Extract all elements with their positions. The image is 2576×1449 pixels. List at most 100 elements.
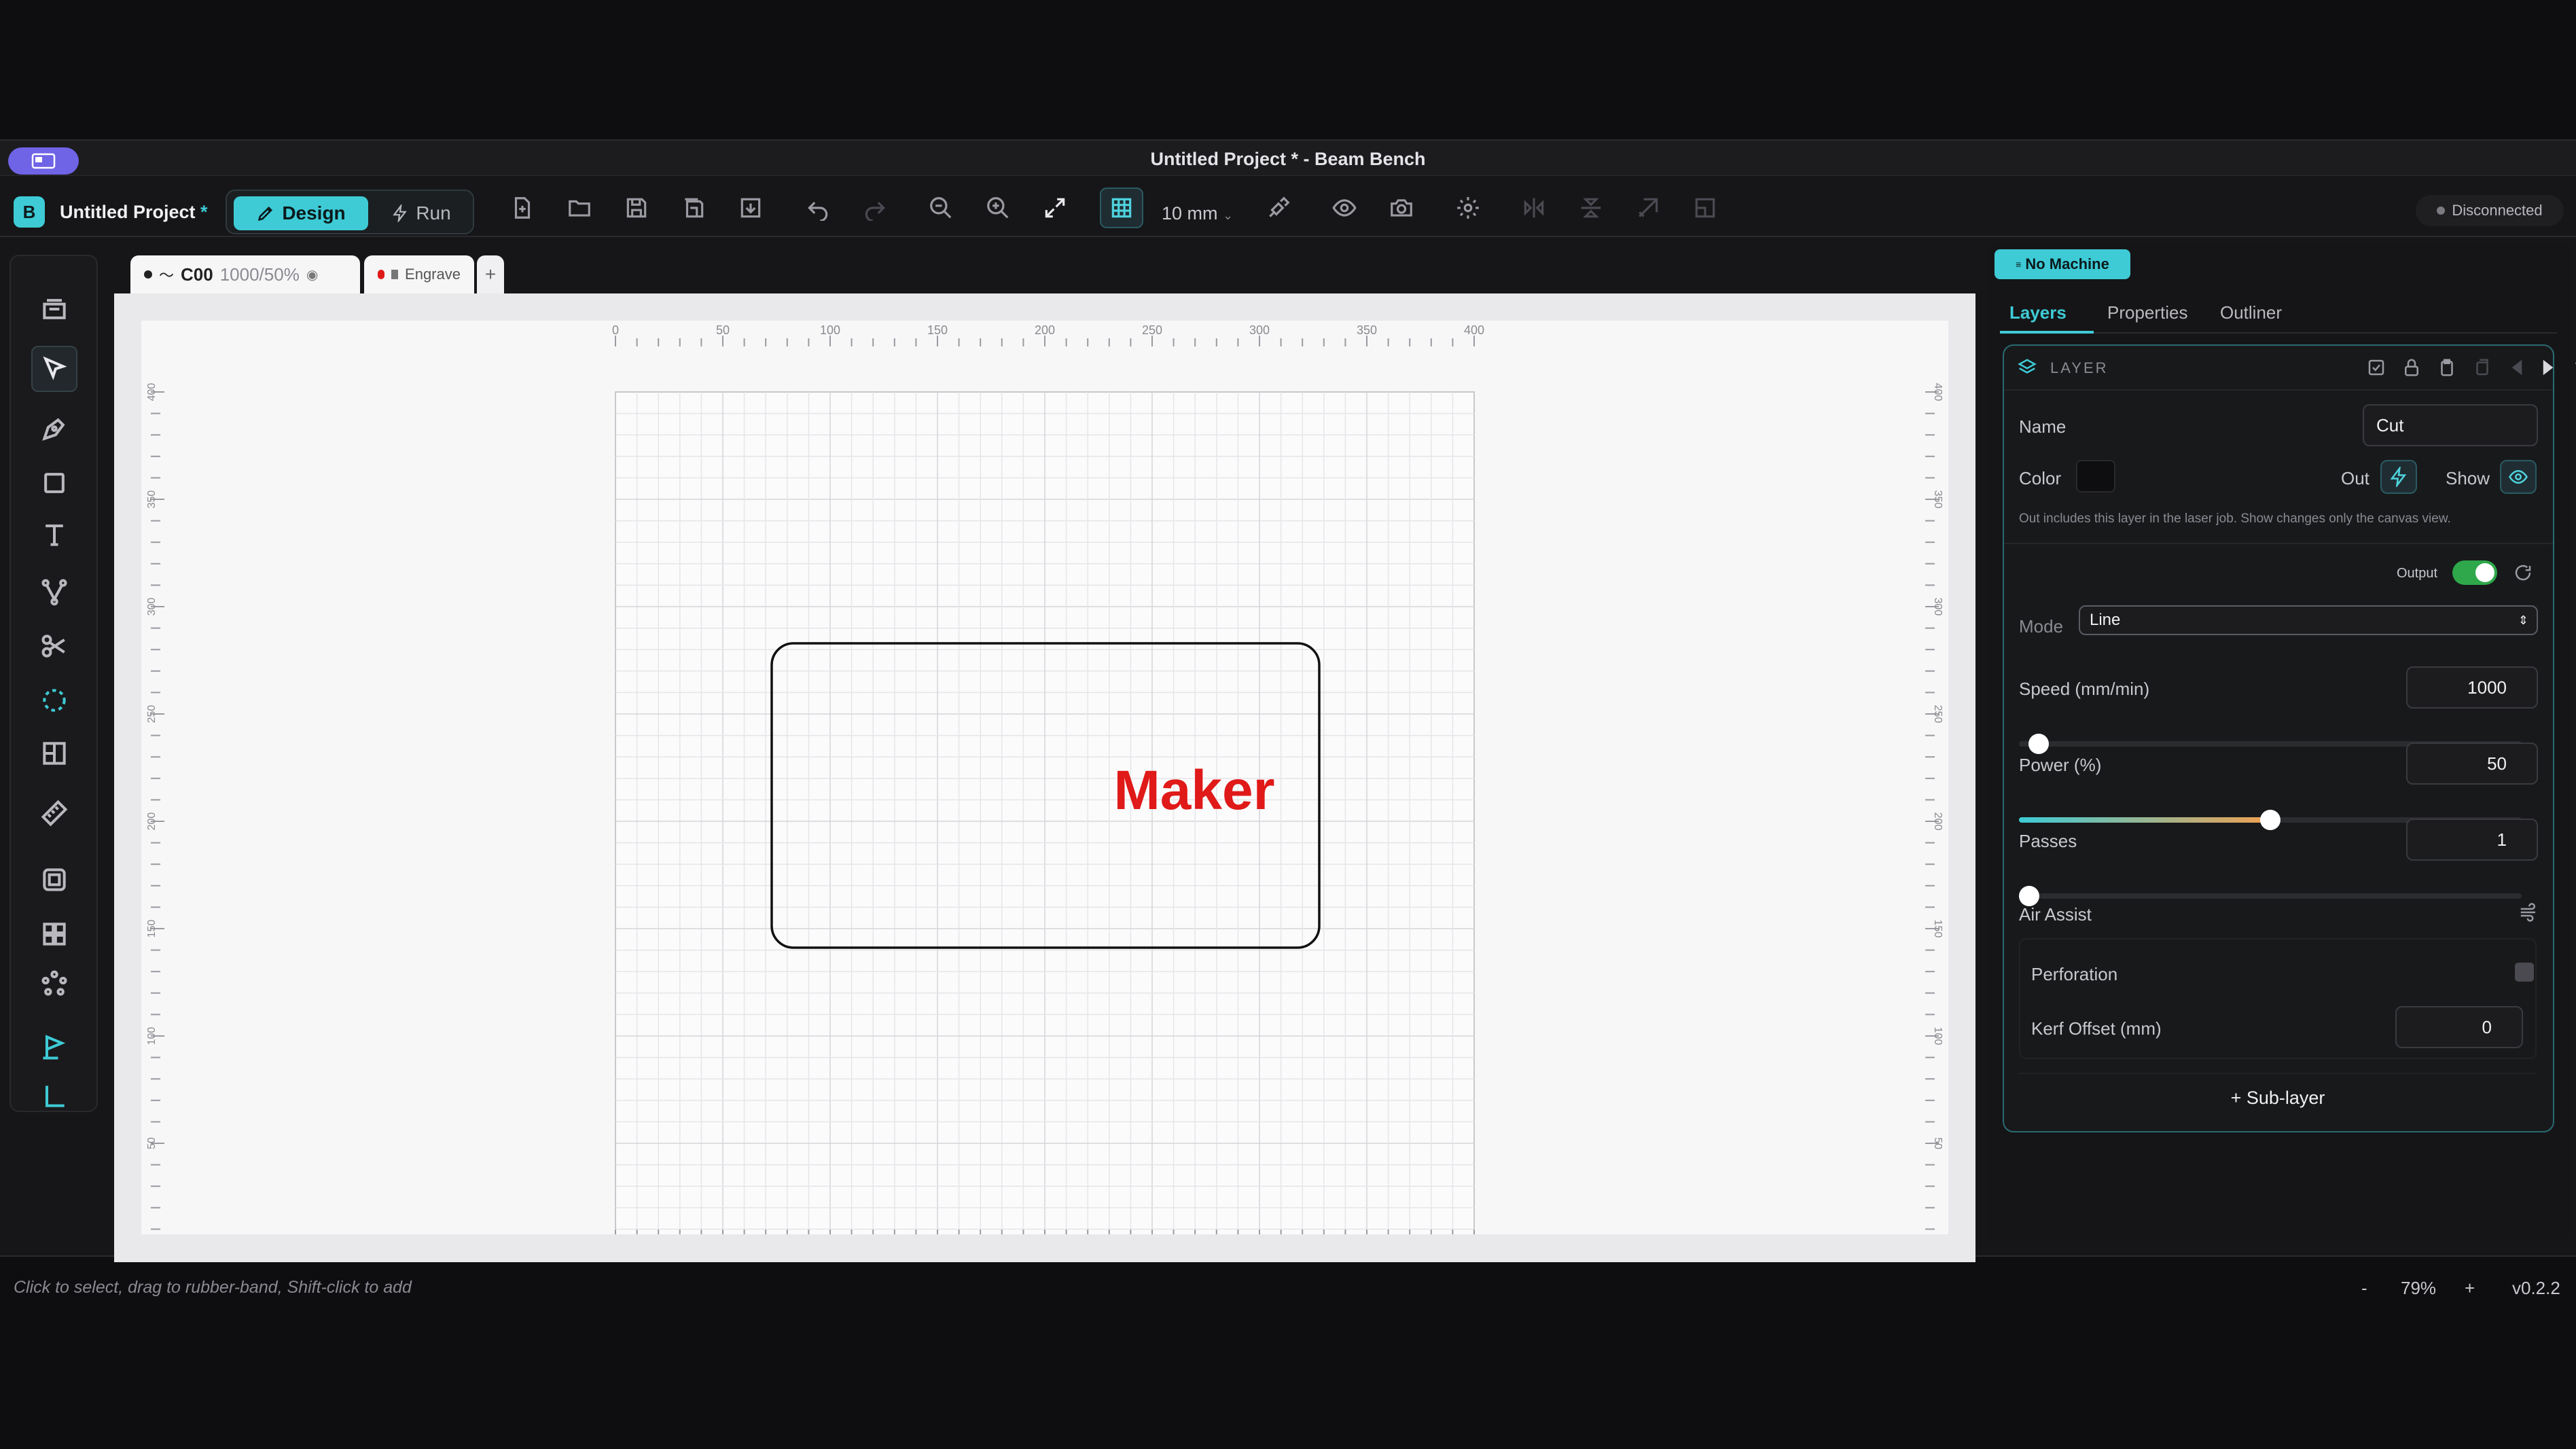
array-grid-icon[interactable] xyxy=(31,730,77,776)
ruler-label-left: 300 xyxy=(146,598,158,616)
add-sublayer-button[interactable]: + Sub-layer xyxy=(2019,1073,2537,1122)
connection-status-badge[interactable]: Disconnected xyxy=(2416,195,2564,226)
move-left-icon[interactable] xyxy=(2504,354,2531,381)
reset-icon[interactable] xyxy=(2509,559,2537,586)
flip-horizontal-icon[interactable] xyxy=(1512,187,1556,228)
zoom-out-button[interactable]: - xyxy=(2361,1278,2367,1299)
new-file-icon[interactable] xyxy=(501,187,544,228)
ruler-label-left: 100 xyxy=(146,1027,158,1045)
corner-axis-icon[interactable] xyxy=(31,1073,77,1119)
snap-magnet-icon[interactable] xyxy=(1257,187,1300,228)
scissors-icon[interactable] xyxy=(31,623,77,669)
design-mode-button[interactable]: Design xyxy=(234,196,368,230)
layer-name-input[interactable]: Cut xyxy=(2363,404,2538,446)
project-name[interactable]: Untitled Project * xyxy=(60,202,208,223)
tab-layers[interactable]: Layers xyxy=(2009,302,2067,323)
open-folder-icon[interactable] xyxy=(558,187,601,228)
show-eye-toggle-icon[interactable] xyxy=(2500,460,2537,494)
fit-view-icon[interactable] xyxy=(1033,187,1077,228)
camera-icon[interactable] xyxy=(1380,187,1423,228)
air-assist-icon[interactable] xyxy=(2515,899,2542,926)
measure-ruler-icon[interactable] xyxy=(31,790,77,836)
unsaved-indicator: * xyxy=(200,202,208,222)
redo-icon[interactable] xyxy=(853,187,897,228)
text-tool-icon[interactable] xyxy=(31,512,77,558)
fill-mode-icon xyxy=(391,270,399,279)
pencil-icon xyxy=(258,207,273,221)
out-bolt-toggle-icon[interactable] xyxy=(2380,460,2417,494)
settings-gear-icon[interactable] xyxy=(1446,187,1490,228)
export-icon[interactable] xyxy=(729,187,772,228)
ruler-label-top: 100 xyxy=(820,323,840,337)
canvas-text-maker[interactable]: Maker xyxy=(990,759,1398,823)
mode-select[interactable]: Line ⇕ xyxy=(2079,605,2538,635)
divider xyxy=(2004,543,2553,544)
air-assist-label: Air Assist xyxy=(2019,904,2092,925)
out-label: Out xyxy=(2341,468,2369,488)
origin-flag-icon[interactable] xyxy=(31,1024,77,1070)
run-mode-button[interactable]: Run xyxy=(375,196,467,230)
pen-tool-icon[interactable] xyxy=(31,406,77,452)
app-logo: B xyxy=(14,196,45,228)
frame-icon[interactable] xyxy=(1683,187,1727,228)
color-dot-icon xyxy=(378,270,385,279)
active-dot-icon xyxy=(144,270,152,279)
power-input[interactable]: 50 xyxy=(2406,743,2538,785)
grid-size-select[interactable]: 10 mm ⌄ xyxy=(1162,203,1233,224)
select-arrows-icon: ⇕ xyxy=(2518,613,2528,627)
canvas-board[interactable]: 0000505050501001001001001501501501502002… xyxy=(141,321,1948,1234)
passes-slider[interactable] xyxy=(2019,886,2522,906)
ruler-label-top: 150 xyxy=(927,323,948,337)
preview-eye-icon[interactable] xyxy=(1323,187,1366,228)
add-tab-button[interactable]: + xyxy=(477,255,504,293)
output-toggle[interactable] xyxy=(2452,560,2497,585)
move-right-icon[interactable] xyxy=(2534,354,2561,381)
tab-properties[interactable]: Properties xyxy=(2107,302,2188,323)
check-square-icon[interactable] xyxy=(2363,354,2390,381)
kerf-offset-input[interactable]: 0 xyxy=(2395,1006,2523,1048)
passes-input[interactable]: 1 xyxy=(2406,819,2538,861)
layout-grid-icon[interactable] xyxy=(31,911,77,957)
material-library-icon[interactable] xyxy=(31,286,77,332)
grid-toggle-icon[interactable] xyxy=(1100,187,1143,228)
zoom-out-icon[interactable] xyxy=(919,187,963,228)
rectangle-tool-icon[interactable] xyxy=(31,460,77,506)
select-pointer-icon[interactable] xyxy=(31,346,77,392)
undo-icon[interactable] xyxy=(796,187,840,228)
visibility-eye-icon[interactable]: ◉ xyxy=(306,266,318,283)
layer-card: LAYER Name Cut Color Out Show Out includ… xyxy=(2003,344,2576,1132)
align-icon[interactable] xyxy=(1626,187,1670,228)
ruler-label-left: 400 xyxy=(146,383,158,401)
bolt-icon xyxy=(393,204,408,222)
name-label: Name xyxy=(2019,416,2067,437)
duplicate-icon[interactable] xyxy=(2469,354,2496,381)
zoom-in-icon[interactable] xyxy=(976,187,1020,228)
perforation-checkbox[interactable] xyxy=(2515,963,2534,982)
speed-input[interactable]: 1000 xyxy=(2406,666,2538,709)
tab-c00[interactable]: 〜 C00 1000/50% ◉ xyxy=(130,255,360,293)
canvas-area[interactable]: 0000505050501001001001001501501501502002… xyxy=(114,293,1975,1262)
zoom-in-button[interactable]: + xyxy=(2465,1278,2475,1299)
tab-engrave[interactable]: Engrave xyxy=(364,255,474,293)
save-icon[interactable] xyxy=(615,187,658,228)
slider-knob[interactable] xyxy=(2019,886,2039,906)
color-label: Color xyxy=(2019,468,2062,488)
rotate-tool-icon[interactable] xyxy=(31,677,77,723)
group-icon[interactable] xyxy=(31,857,77,903)
circular-array-icon[interactable] xyxy=(31,961,77,1007)
slider-knob[interactable] xyxy=(2028,734,2049,754)
toolbar: B Untitled Project * Design Run 10 mm ⌄ xyxy=(0,176,2576,237)
node-edit-icon[interactable] xyxy=(31,569,77,615)
save-as-icon[interactable] xyxy=(672,187,715,228)
lock-icon[interactable] xyxy=(2398,354,2425,381)
layer-color-swatch[interactable] xyxy=(2076,460,2115,493)
slider-knob[interactable] xyxy=(2260,810,2280,830)
paste-icon[interactable] xyxy=(2433,354,2461,381)
trash-icon[interactable] xyxy=(2568,354,2576,381)
output-label: Output xyxy=(2397,566,2438,581)
machine-badge[interactable]: ≡ No Machine xyxy=(1994,249,2130,279)
flip-vertical-icon[interactable] xyxy=(1569,187,1613,228)
tab-label: C00 xyxy=(181,264,213,285)
tab-outliner[interactable]: Outliner xyxy=(2220,302,2282,323)
power-label: Power (%) xyxy=(2019,755,2102,775)
